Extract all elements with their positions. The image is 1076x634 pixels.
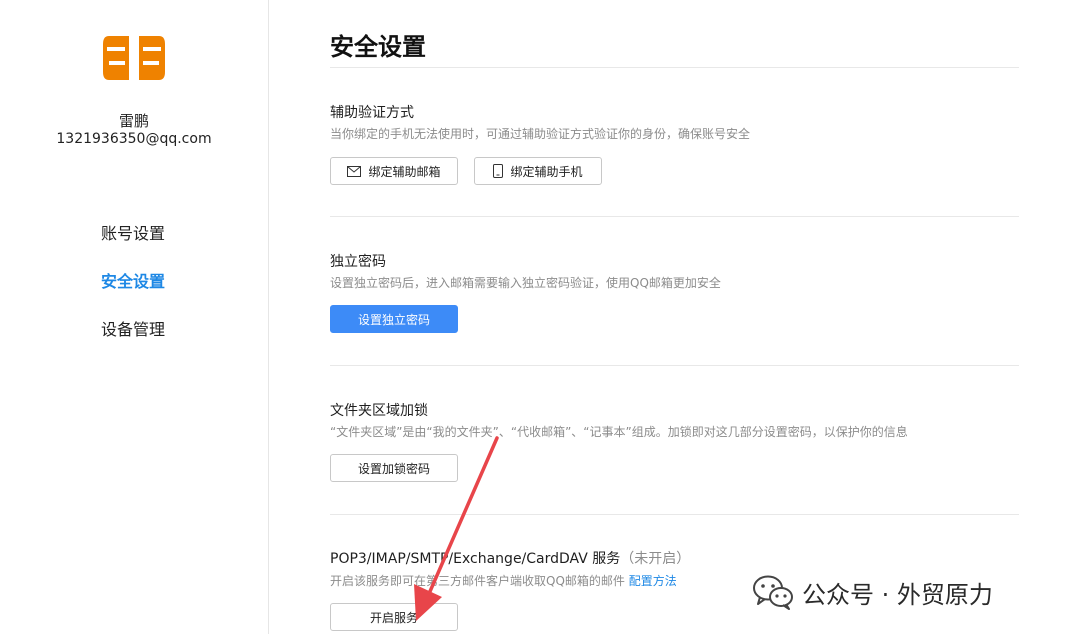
divider [330,67,1019,68]
sidebar: 雷鹏 1321936350@qq.com 账号设置 安全设置 设备管理 [0,0,269,634]
mail-icon [347,165,362,177]
service-status: （未开启） [620,551,691,567]
bind-aux-phone-label: 绑定辅助手机 [510,164,583,179]
set-independent-password-button[interactable]: 设置独立密码 [330,305,458,333]
watermark-text: 公众号 · 外贸原力 [802,580,993,609]
set-lock-password-button[interactable]: 设置加锁密码 [330,454,458,482]
sidebar-item-device-management[interactable]: 设备管理 [0,318,268,366]
section-desc-pop3-service: 开启该服务即可在第三方邮件客户端收取QQ邮箱的邮件 配置方法 [330,572,677,589]
bind-aux-email-button[interactable]: 绑定辅助邮箱 [330,157,458,185]
sidebar-item-account-settings[interactable]: 账号设置 [0,222,268,270]
pop3-service-title: POP3/IMAP/SMTP/Exchange/CardDAV 服务 [330,551,621,567]
avatar [103,36,165,80]
divider [330,216,1019,217]
sidebar-nav: 账号设置 安全设置 设备管理 [0,222,268,366]
sidebar-item-security-settings[interactable]: 安全设置 [0,270,268,318]
section-title-folder-lock: 文件夹区域加锁 [330,403,428,419]
watermark: 公众号 · 外贸原力 [752,574,993,610]
bind-aux-phone-button[interactable]: 绑定辅助手机 [474,157,602,185]
user-email: 1321936350@qq.com [56,131,212,147]
page-title: 安全设置 [330,33,426,61]
divider [330,514,1019,515]
section-title-independent-password: 独立密码 [330,254,386,270]
user-name: 雷鹏 [118,112,149,130]
section-desc-aux-verification: 当你绑定的手机无法使用时，可通过辅助验证方式验证你的身份，确保账号安全 [330,127,751,141]
section-desc-independent-password: 设置独立密码后，进入邮箱需要输入独立密码验证，使用QQ邮箱更加安全 [330,276,721,290]
section-title-pop3-service: POP3/IMAP/SMTP/Exchange/CardDAV 服务（未开启） [330,548,690,568]
wechat-icon [752,574,794,610]
bind-aux-email-label: 绑定辅助邮箱 [368,164,441,179]
pop3-service-desc: 开启该服务即可在第三方邮件客户端收取QQ邮箱的邮件 [330,574,625,588]
section-desc-folder-lock: “文件夹区域”是由“我的文件夹”、“代收邮箱”、“记事本”组成。加锁即对这几部分… [330,425,908,439]
config-method-link[interactable]: 配置方法 [629,574,677,588]
section-title-aux-verification: 辅助验证方式 [330,105,414,121]
enable-service-button[interactable]: 开启服务 [330,603,458,631]
phone-icon [493,164,504,178]
divider [330,365,1019,366]
